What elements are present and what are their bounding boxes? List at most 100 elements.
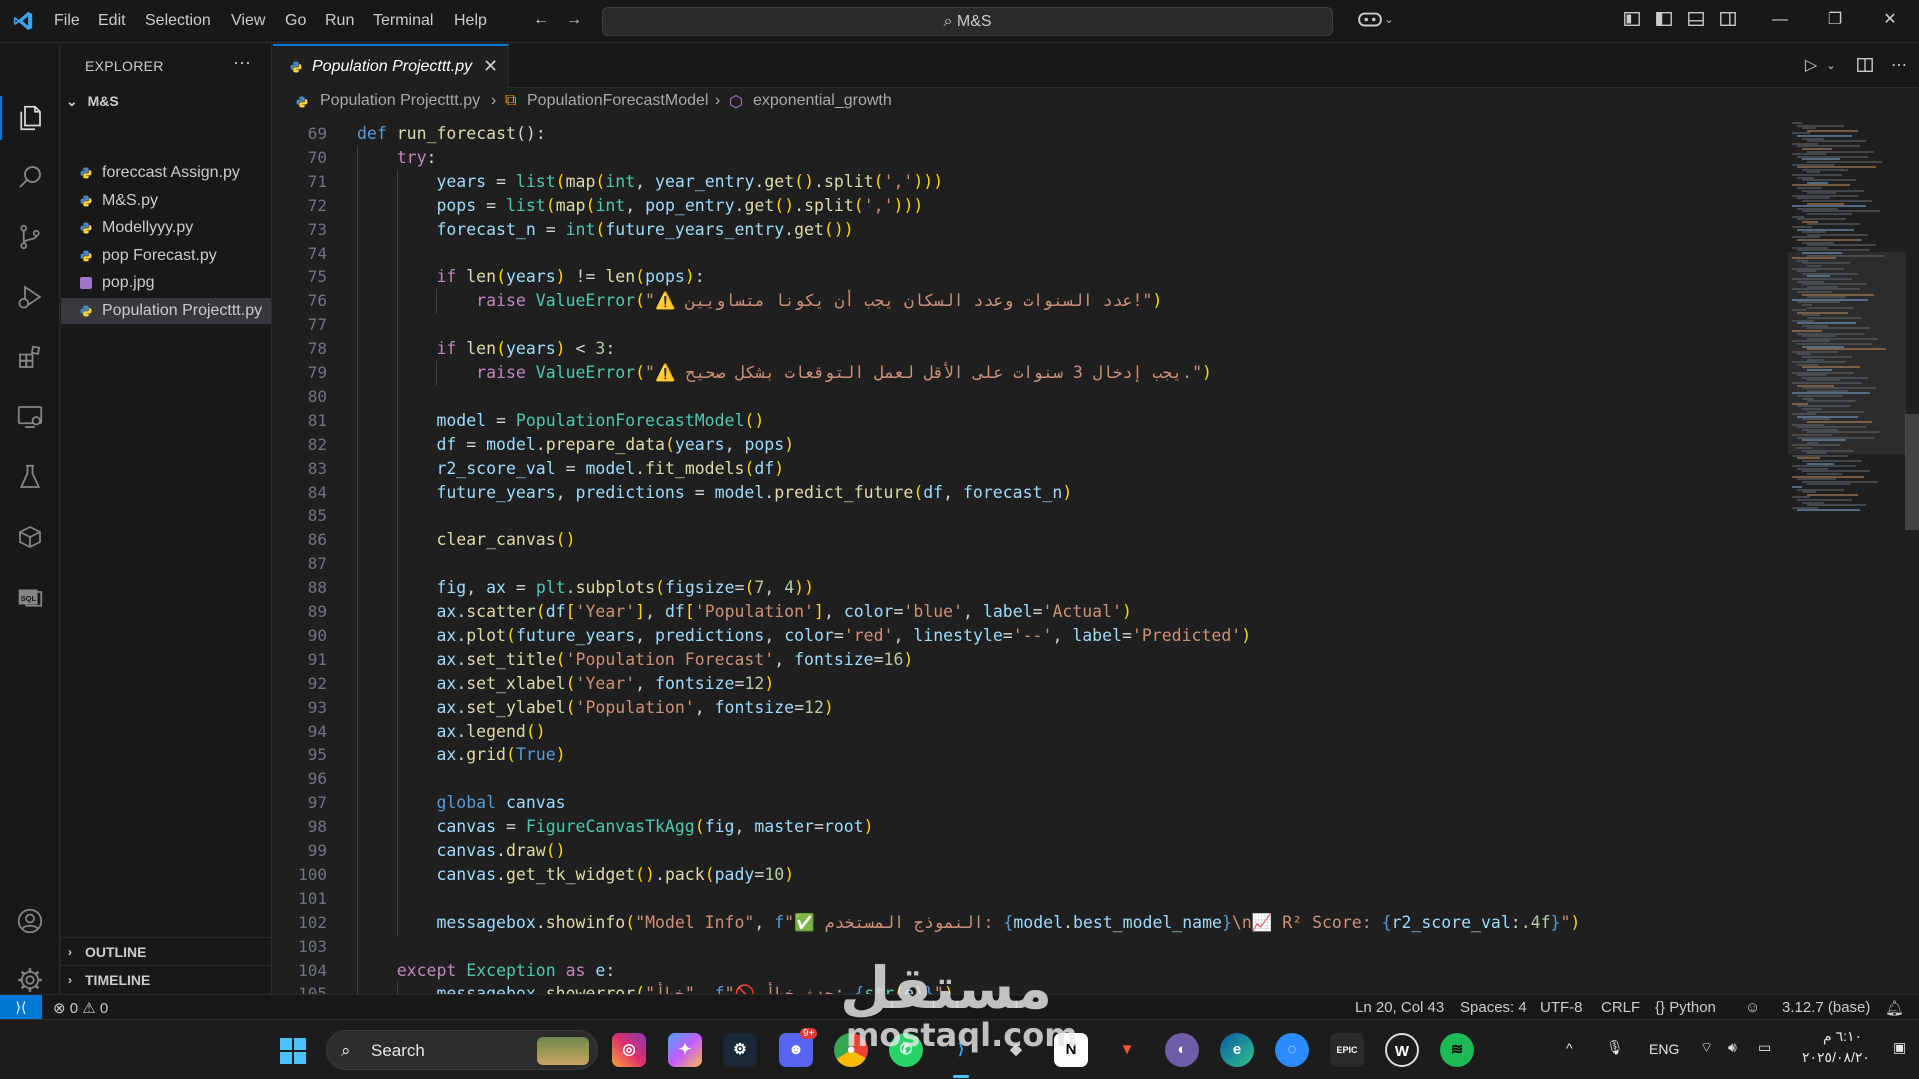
volume-icon[interactable]: 🔊︎ xyxy=(1728,1039,1737,1056)
toggle-secondary-sidebar-icon[interactable] xyxy=(1718,10,1738,30)
code-token: , xyxy=(635,625,656,645)
run-debug-icon[interactable] xyxy=(10,277,50,317)
brave-icon[interactable]: ▼ xyxy=(1110,1033,1144,1067)
chevron-down-icon: ⌄ xyxy=(66,93,78,109)
notification-center-icon[interactable]: ▣ xyxy=(1893,1039,1906,1056)
extensions-icon[interactable] xyxy=(10,337,50,377)
line-number: 73 xyxy=(307,219,327,239)
customize-layout-icon[interactable] xyxy=(1622,10,1642,30)
code-token: ( xyxy=(565,697,576,717)
more-actions-icon[interactable]: ⋯ xyxy=(1889,56,1909,76)
steam-icon[interactable]: ⚙ xyxy=(723,1033,757,1067)
code-editor[interactable]: 69 def run_forecast(): 70 try: 71 years = lis… xyxy=(273,118,1773,994)
menu-run[interactable]: Run xyxy=(325,12,354,30)
input-language[interactable]: ENG xyxy=(1649,1041,1679,1057)
testing-icon[interactable] xyxy=(10,457,50,497)
back-arrow-icon[interactable]: ← xyxy=(531,10,551,30)
remote-explorer-icon[interactable] xyxy=(10,397,50,437)
close-window-icon[interactable]: ✕ xyxy=(1880,10,1900,30)
copilot-app-icon[interactable]: ✦ xyxy=(668,1033,702,1067)
file-item[interactable]: pop Forecast.py xyxy=(61,243,271,269)
battery-icon[interactable]: ▭ xyxy=(1758,1039,1771,1056)
wordpress-icon[interactable]: W xyxy=(1385,1033,1419,1067)
code-token: prepare_data xyxy=(545,434,665,454)
code-token: ] xyxy=(635,602,646,621)
indent-guide xyxy=(357,910,358,936)
breadcrumb-class[interactable]: PopulationForecastModel xyxy=(527,92,708,110)
restore-icon[interactable]: ❐ xyxy=(1825,10,1845,30)
code-token: len xyxy=(466,267,497,287)
breadcrumb-method[interactable]: exponential_growth xyxy=(753,92,892,110)
chevron-down-icon[interactable]: ⌄ xyxy=(1379,10,1399,30)
sql-icon[interactable]: SQL xyxy=(10,577,50,617)
source-control-icon[interactable] xyxy=(10,217,50,257)
remote-indicator-icon[interactable]: ⟩⟨ xyxy=(0,995,42,1020)
tab-population-projecttt[interactable]: Population Projecttt.py ✕ xyxy=(273,44,509,88)
indent-guide xyxy=(396,432,398,458)
search-icon: ⌕ xyxy=(943,13,957,30)
toggle-panel-icon[interactable] xyxy=(1686,10,1706,30)
code-token: () xyxy=(525,721,546,741)
menu-edit[interactable]: Edit xyxy=(98,12,126,30)
explorer-title: EXPLORER xyxy=(85,58,164,74)
code-token: map xyxy=(555,195,586,215)
minimap[interactable] xyxy=(1788,118,1906,994)
language-mode[interactable]: {} Python xyxy=(1655,999,1716,1016)
problems-indicator[interactable]: ⊗ 0 ⚠ 0 xyxy=(53,999,108,1017)
close-tab-icon[interactable]: ✕ xyxy=(483,56,498,77)
indent-guide xyxy=(396,576,398,601)
file-item[interactable]: Modellyyy.py xyxy=(61,215,271,241)
split-editor-icon[interactable] xyxy=(1855,56,1875,76)
edge-icon[interactable]: e xyxy=(1220,1033,1254,1067)
spotify-icon[interactable]: ≋ xyxy=(1440,1033,1474,1067)
code-token: ( xyxy=(585,195,596,215)
code-token: e xyxy=(595,960,606,980)
indentation[interactable]: Spaces: 4 xyxy=(1460,999,1527,1016)
clock-time[interactable]: ٦:١٠ م xyxy=(1823,1028,1862,1045)
outline-section[interactable]: › OUTLINE xyxy=(61,937,271,965)
menu-view[interactable]: View xyxy=(231,12,265,30)
notifications-bell-icon[interactable]: 🔔︎ xyxy=(1885,999,1904,1017)
menu-help[interactable]: Help xyxy=(454,12,487,30)
account-icon[interactable] xyxy=(10,901,50,941)
menu-file[interactable]: File xyxy=(54,12,80,30)
file-item[interactable]: foreccast Assign.py xyxy=(61,160,271,186)
taskbar-search[interactable]: ⌕ Search xyxy=(326,1030,598,1070)
microphone-icon[interactable]: 🎙︎ xyxy=(1606,1039,1624,1056)
search-icon[interactable] xyxy=(10,157,50,197)
minimize-icon[interactable]: — xyxy=(1770,10,1790,30)
cursor-position[interactable]: Ln 20, Col 43 xyxy=(1355,999,1444,1016)
browser-swirl-icon[interactable]: ◐ xyxy=(1165,1033,1199,1067)
forward-arrow-icon[interactable]: → xyxy=(564,10,584,30)
line-ending[interactable]: CRLF xyxy=(1601,999,1640,1016)
encoding[interactable]: UTF-8 xyxy=(1540,999,1583,1016)
epic-games-icon[interactable]: EPIC xyxy=(1330,1033,1364,1067)
code-token: " xyxy=(1560,912,1571,932)
clock-date[interactable]: ٢٠٢٥/٠٨/٢٠ xyxy=(1802,1049,1870,1066)
python-interpreter[interactable]: 3.12.7 (base) xyxy=(1782,999,1870,1016)
run-python-file-icon[interactable]: ▷ xyxy=(1801,56,1821,76)
search-app-icon[interactable]: ◌ xyxy=(1275,1033,1309,1067)
menu-go[interactable]: Go xyxy=(285,12,306,30)
menu-terminal[interactable]: Terminal xyxy=(373,12,433,30)
instagram-icon[interactable]: ◎ xyxy=(612,1033,646,1067)
chevron-down-icon[interactable]: ⌄ xyxy=(1821,56,1841,76)
file-item[interactable]: M&S.py xyxy=(61,188,271,214)
wifi-icon[interactable]: ⌔ xyxy=(1700,1039,1713,1057)
workspace-folder[interactable]: ⌄ M&S xyxy=(66,93,119,110)
explorer-icon[interactable] xyxy=(10,98,50,138)
timeline-section[interactable]: › TIMELINE xyxy=(61,965,271,993)
windows-start-icon[interactable] xyxy=(279,1037,307,1065)
toggle-primary-sidebar-icon[interactable] xyxy=(1654,10,1674,30)
show-hidden-icons-icon[interactable]: ^ xyxy=(1566,1040,1573,1056)
editor-scrollbar[interactable] xyxy=(1905,414,1919,530)
more-actions-icon[interactable]: ··· xyxy=(233,52,251,73)
menu-selection[interactable]: Selection xyxy=(145,12,211,30)
code-token: ) xyxy=(1152,291,1163,311)
file-item[interactable]: Population Projecttt.py xyxy=(61,298,271,324)
copilot-status-icon[interactable]: ☺ xyxy=(1745,999,1760,1016)
breadcrumb-file[interactable]: Population Projecttt.py xyxy=(320,92,480,110)
file-item[interactable]: pop.jpg xyxy=(61,270,271,296)
command-center-search[interactable]: ⌕ M&S xyxy=(602,7,1333,36)
containers-icon[interactable] xyxy=(10,517,50,557)
